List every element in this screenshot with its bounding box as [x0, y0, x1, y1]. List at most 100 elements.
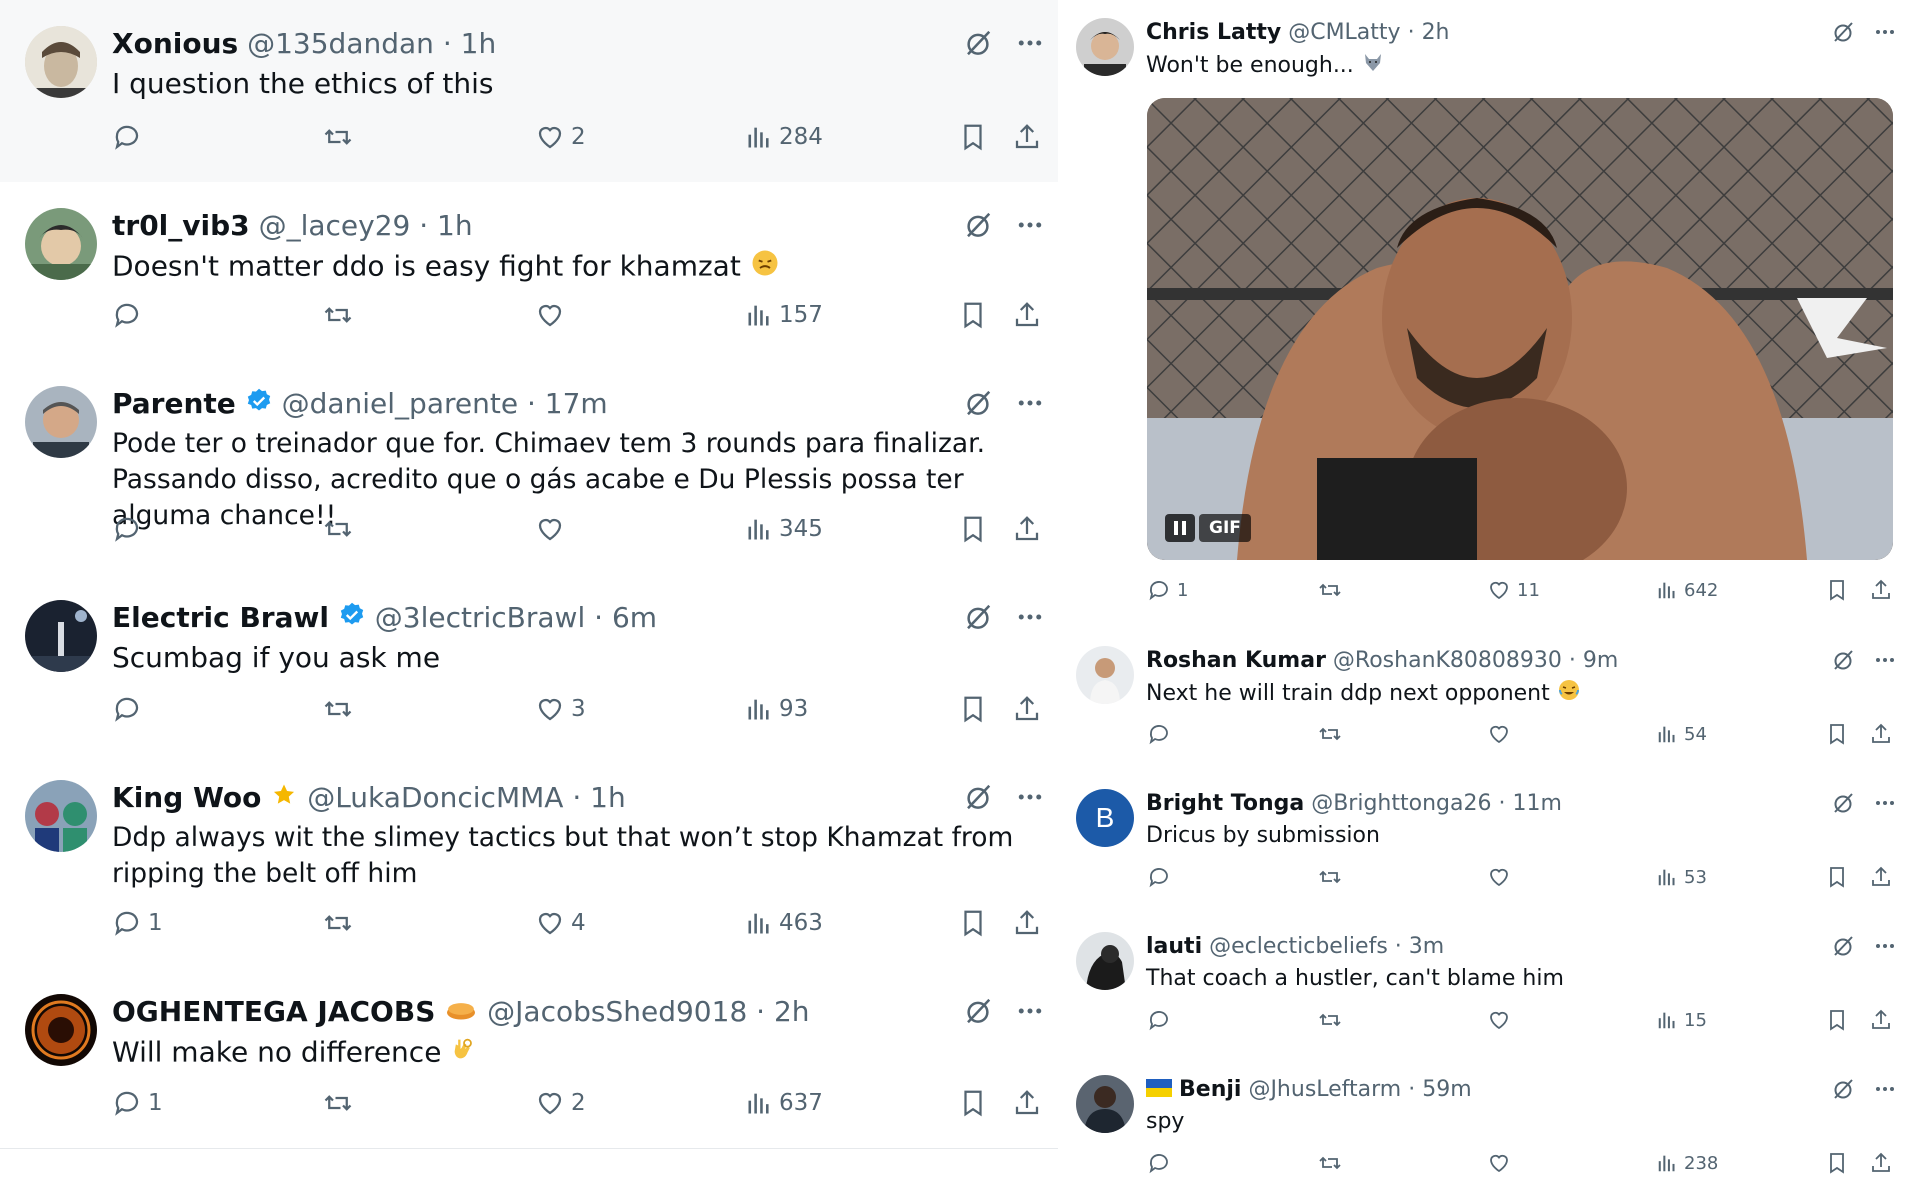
grok-icon[interactable]	[963, 388, 993, 422]
handle[interactable]: @daniel_parente	[282, 387, 518, 420]
bookmark-button[interactable]	[958, 300, 988, 330]
share-button[interactable]	[1869, 578, 1893, 602]
display-name[interactable]: Roshan Kumar	[1146, 648, 1326, 673]
display-name[interactable]: Benji	[1179, 1077, 1241, 1102]
display-name[interactable]: Electric Brawl	[112, 601, 329, 634]
more-icon[interactable]	[1873, 648, 1897, 676]
share-button[interactable]	[1012, 694, 1042, 724]
bookmark-button[interactable]	[1825, 1008, 1849, 1032]
tweet-card[interactable]: Roshan Kumar @RoshanK80808930 · 9m Next …	[1061, 628, 1920, 772]
retweet-button[interactable]	[1317, 722, 1343, 746]
handle[interactable]: @JacobsShed9018	[487, 995, 747, 1028]
avatar[interactable]	[1076, 18, 1134, 76]
avatar[interactable]	[25, 386, 97, 458]
grok-icon[interactable]	[1831, 20, 1855, 48]
like-button[interactable]: 2	[535, 122, 586, 152]
more-icon[interactable]	[1873, 791, 1897, 819]
grok-icon[interactable]	[963, 28, 993, 62]
reply-button[interactable]	[112, 694, 142, 724]
views-button[interactable]: 15	[1656, 1008, 1707, 1032]
views-button[interactable]: 238	[1656, 1151, 1718, 1175]
timestamp[interactable]: 1h	[590, 781, 626, 814]
bookmark-button[interactable]	[1825, 722, 1849, 746]
more-icon[interactable]	[1015, 28, 1045, 62]
tweet-card[interactable]: King Woo @LukaDoncicMMA · 1h Ddp always …	[0, 754, 1058, 969]
display-name[interactable]: Xonious	[112, 27, 238, 60]
share-button[interactable]	[1869, 722, 1893, 746]
avatar[interactable]	[25, 208, 97, 280]
share-button[interactable]	[1012, 1088, 1042, 1118]
reply-button[interactable]	[112, 122, 148, 152]
bookmark-button[interactable]	[1825, 1151, 1849, 1175]
retweet-button[interactable]	[322, 1088, 354, 1118]
display-name[interactable]: Parente	[112, 387, 236, 420]
tweet-card[interactable]: Parente @daniel_parente · 17m Pode ter o…	[0, 360, 1058, 575]
tweet-card[interactable]: OGHENTEGA JACOBS @JacobsShed9018 · 2h Wi…	[0, 968, 1058, 1149]
grok-icon[interactable]	[963, 996, 993, 1030]
more-icon[interactable]	[1015, 782, 1045, 816]
avatar[interactable]	[25, 780, 97, 852]
reply-button[interactable]	[112, 300, 142, 330]
retweet-button[interactable]	[322, 514, 354, 544]
avatar[interactable]	[1076, 646, 1134, 704]
more-icon[interactable]	[1015, 388, 1045, 422]
retweet-button[interactable]	[322, 122, 354, 152]
grok-icon[interactable]	[1831, 648, 1855, 676]
share-button[interactable]	[1869, 1008, 1893, 1032]
handle[interactable]: @RoshanK80808930	[1333, 648, 1562, 673]
grok-icon[interactable]	[1831, 1077, 1855, 1105]
reply-button[interactable]: 1	[112, 1088, 163, 1118]
handle[interactable]: @135dandan	[247, 27, 434, 60]
tweet-card[interactable]: B Bright Tonga @Brighttonga26 · 11m Dric…	[1061, 771, 1920, 915]
views-button[interactable]: 54	[1656, 722, 1707, 746]
bookmark-button[interactable]	[1825, 578, 1849, 602]
like-button[interactable]: 4	[535, 908, 586, 938]
timestamp[interactable]: 17m	[545, 387, 608, 420]
more-icon[interactable]	[1015, 602, 1045, 636]
share-button[interactable]	[1012, 908, 1042, 938]
timestamp[interactable]: 2h	[1422, 20, 1450, 45]
timestamp[interactable]: 1h	[437, 209, 473, 242]
handle[interactable]: @_lacey29	[259, 209, 411, 242]
grok-icon[interactable]	[1831, 934, 1855, 962]
views-button[interactable]: 463	[745, 908, 823, 938]
share-button[interactable]	[1012, 300, 1042, 330]
display-name[interactable]: OGHENTEGA JACOBS	[112, 995, 435, 1028]
views-button[interactable]: 642	[1656, 578, 1718, 602]
tweet-card[interactable]: Benji @JhusLeftarm · 59m spy 238	[1061, 1057, 1920, 1200]
like-button[interactable]: 2	[535, 1088, 586, 1118]
bookmark-button[interactable]	[958, 1088, 988, 1118]
avatar[interactable]	[25, 600, 97, 672]
reply-button[interactable]	[112, 514, 142, 544]
more-icon[interactable]	[1873, 20, 1897, 48]
reply-button[interactable]	[1147, 865, 1171, 889]
timestamp[interactable]: 6m	[612, 601, 657, 634]
avatar[interactable]	[25, 26, 97, 98]
timestamp[interactable]: 59m	[1422, 1077, 1471, 1102]
retweet-button[interactable]	[1317, 1008, 1343, 1032]
tweet-card[interactable]: Chris Latty @CMLatty · 2h Won't be enoug…	[1061, 0, 1920, 629]
handle[interactable]: @3lectricBrawl	[375, 601, 585, 634]
display-name[interactable]: King Woo	[112, 781, 261, 814]
avatar[interactable]	[1076, 932, 1134, 990]
share-button[interactable]	[1012, 122, 1042, 152]
like-button[interactable]	[1487, 1008, 1511, 1032]
timestamp[interactable]: 3m	[1409, 934, 1444, 959]
reply-button[interactable]: 1	[112, 908, 163, 938]
more-icon[interactable]	[1015, 996, 1045, 1030]
views-button[interactable]: 53	[1656, 865, 1707, 889]
like-button[interactable]	[535, 300, 565, 330]
reply-button[interactable]	[1147, 722, 1171, 746]
tweet-card[interactable]: Xonious @135dandan · 1h I question the e…	[0, 0, 1058, 183]
retweet-button[interactable]	[322, 694, 354, 724]
grok-icon[interactable]	[963, 210, 993, 244]
handle[interactable]: @Brighttonga26	[1311, 791, 1491, 816]
views-button[interactable]: 284	[745, 122, 823, 152]
retweet-button[interactable]	[322, 908, 354, 938]
like-button[interactable]	[1487, 722, 1511, 746]
views-button[interactable]: 345	[745, 514, 823, 544]
display-name[interactable]: lauti	[1146, 934, 1202, 959]
more-icon[interactable]	[1873, 934, 1897, 962]
timestamp[interactable]: 9m	[1583, 648, 1618, 673]
reply-button[interactable]	[1147, 1151, 1171, 1175]
